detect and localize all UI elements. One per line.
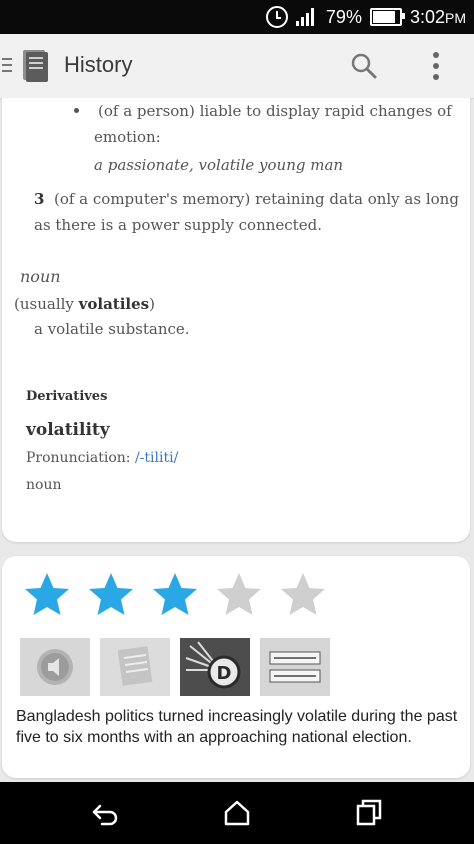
back-icon[interactable] xyxy=(88,796,122,830)
star-rating[interactable] xyxy=(22,570,328,620)
notepad-icon xyxy=(100,638,170,696)
caption-text: Bangladesh politics turned increasingly … xyxy=(16,708,458,746)
sense-3-number: 3 xyxy=(34,190,45,208)
derivative-word: volatility xyxy=(26,420,110,440)
pronunciation: Pronunciation: /-tiliti/ xyxy=(26,448,178,468)
sense-2b-text-line1: (of a person) liable to display rapid ch… xyxy=(98,102,452,120)
thumbnail-dictionary[interactable]: D xyxy=(180,638,250,696)
derivative-pos: noun xyxy=(26,477,62,493)
star-empty-icon[interactable] xyxy=(278,570,328,620)
navigation-bar xyxy=(0,782,474,844)
home-icon[interactable] xyxy=(220,796,254,830)
derivatives-heading: Derivatives xyxy=(26,389,108,404)
search-icon[interactable] xyxy=(350,52,378,80)
sense-2b-text-line2: emotion: xyxy=(94,128,161,146)
definition-card: (of a person) liable to display rapid ch… xyxy=(2,98,470,542)
noun-qualifier-open: (usually xyxy=(14,295,79,313)
clock-suffix: PM xyxy=(445,9,466,26)
book-icon[interactable] xyxy=(20,48,50,84)
noun-qualifier: (usually volatiles) xyxy=(14,294,155,314)
recent-apps-icon[interactable] xyxy=(352,796,386,830)
star-filled-icon[interactable] xyxy=(22,570,72,620)
alarm-icon xyxy=(265,6,288,28)
bullet-dot xyxy=(74,108,79,113)
thumbnail-notepad[interactable] xyxy=(100,638,170,696)
noun-qualifier-word: volatiles xyxy=(78,295,150,313)
clock: 3:02PM xyxy=(410,7,466,28)
app-bar: History xyxy=(0,34,474,99)
thumbnail-word-card[interactable] xyxy=(260,638,330,696)
pronunciation-link[interactable]: /-tiliti/ xyxy=(135,450,178,466)
app-title: History xyxy=(64,52,133,77)
star-filled-icon[interactable] xyxy=(150,570,200,620)
battery-icon xyxy=(369,8,405,26)
svg-text:D: D xyxy=(217,663,232,684)
rating-card: D Bangladesh politics turned increasingl… xyxy=(2,556,470,778)
star-empty-icon[interactable] xyxy=(214,570,264,620)
thumbnail-strip: D xyxy=(20,638,330,696)
signal-icon xyxy=(295,8,318,26)
sense-2b-example: a passionate, volatile young man xyxy=(94,156,344,174)
word-card-icon xyxy=(260,638,330,696)
noun-definition: a volatile substance. xyxy=(34,320,190,338)
sense-3-text-line1: 3 (of a computer's memory) retaining dat… xyxy=(34,189,459,209)
sense-3-text-line2: as there is a power supply connected. xyxy=(34,216,322,234)
drawer-icon[interactable] xyxy=(2,58,12,74)
overflow-menu-icon[interactable] xyxy=(430,50,442,82)
status-bar: 79% 3:02PM xyxy=(0,0,474,34)
pronunciation-label: Pronunciation: xyxy=(26,450,135,466)
battery-percent: 79% xyxy=(325,6,362,27)
noun-label: noun xyxy=(20,267,61,286)
star-filled-icon[interactable] xyxy=(86,570,136,620)
clock-time: 3:02 xyxy=(409,6,445,27)
speaker-icon xyxy=(20,638,90,696)
noun-qualifier-close: ) xyxy=(149,295,155,313)
sense-3-text: (of a computer's memory) retaining data … xyxy=(53,190,459,208)
status-icons: 79% 3:02PM xyxy=(265,0,466,34)
dictionary-logo-icon: D xyxy=(180,638,250,696)
thumbnail-speaker[interactable] xyxy=(20,638,90,696)
